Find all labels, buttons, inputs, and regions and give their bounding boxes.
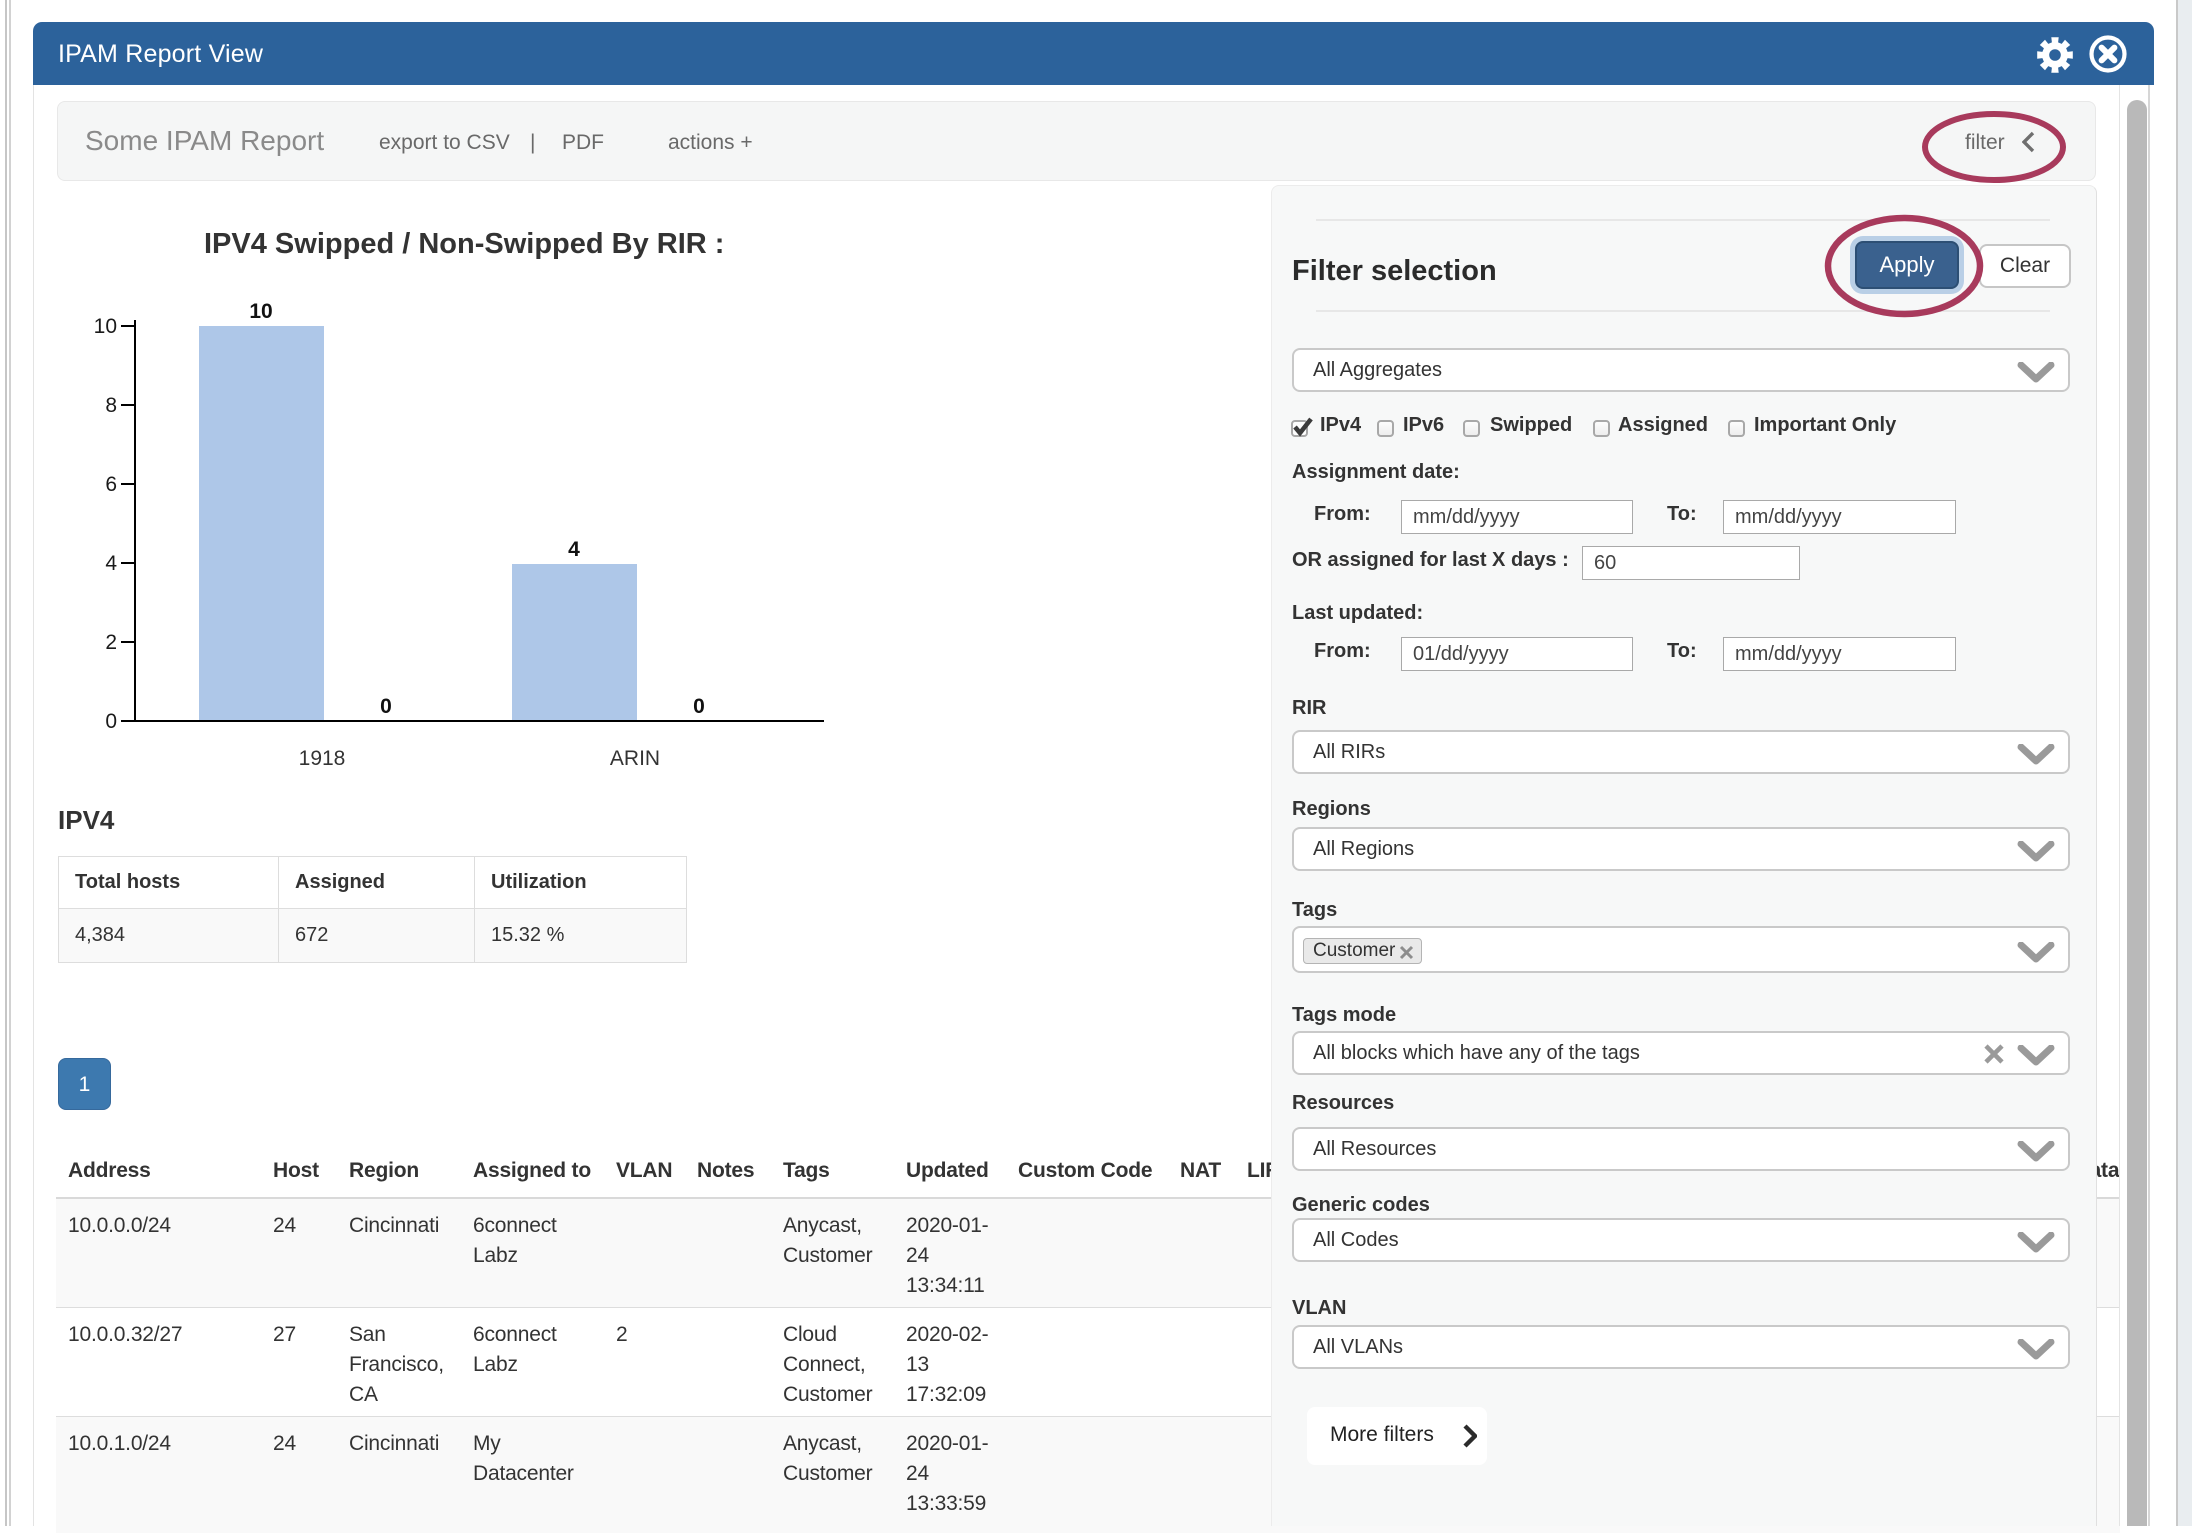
- svg-text:1918: 1918: [299, 747, 346, 770]
- svg-text:8: 8: [105, 394, 117, 417]
- svg-text:0: 0: [380, 695, 392, 718]
- svg-text:4: 4: [105, 552, 117, 575]
- svg-text:4: 4: [568, 538, 580, 561]
- svg-text:0: 0: [105, 710, 117, 733]
- svg-text:6: 6: [105, 473, 117, 496]
- svg-text:0: 0: [693, 695, 705, 718]
- svg-text:10: 10: [94, 315, 117, 338]
- svg-text:2: 2: [105, 631, 117, 654]
- svg-text:ARIN: ARIN: [610, 747, 660, 770]
- svg-text:10: 10: [249, 300, 272, 323]
